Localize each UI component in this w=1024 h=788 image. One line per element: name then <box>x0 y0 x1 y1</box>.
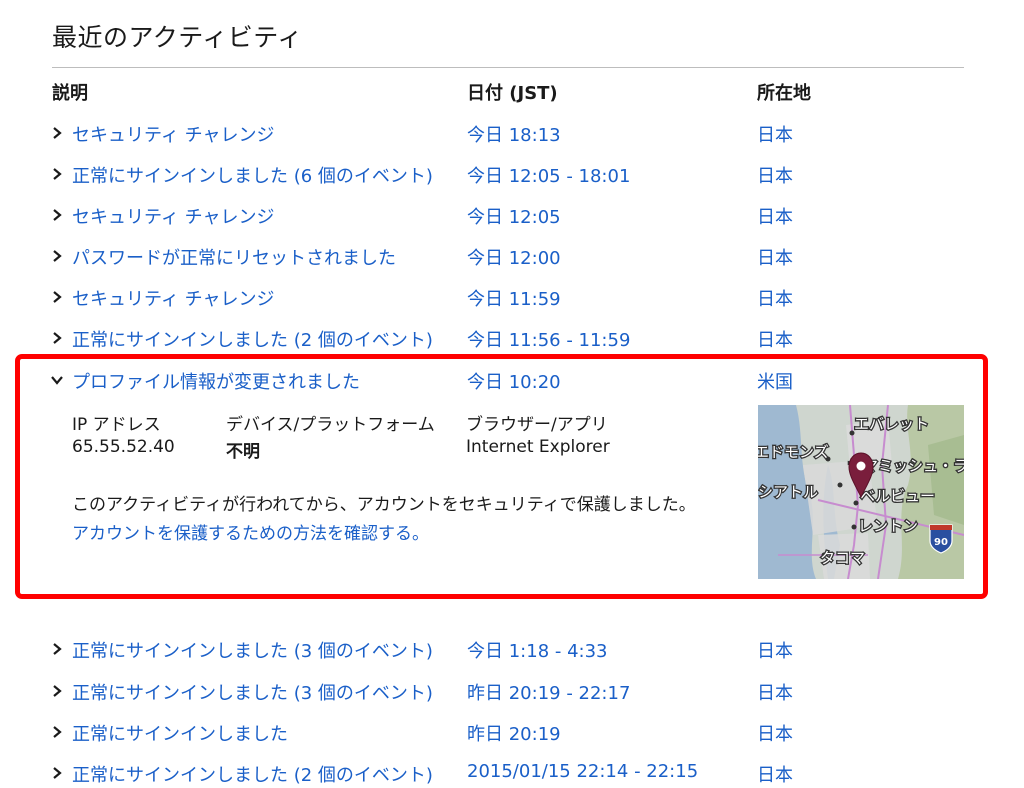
chevron-down-icon[interactable] <box>50 373 64 387</box>
row-location[interactable]: 日本 <box>757 162 793 188</box>
device-platform-label: デバイス/プラットフォーム <box>226 415 435 435</box>
map-label-renton: レントン <box>858 517 918 535</box>
activity-row[interactable]: 正常にサインインしました (3 個のイベント) 昨日 20:19 - 22:17… <box>0 676 1024 706</box>
chevron-right-icon[interactable] <box>50 766 64 780</box>
chevron-right-icon[interactable] <box>50 290 64 304</box>
column-header-location: 所在地 <box>757 83 811 104</box>
map-label-edmonds: エドモンズ <box>758 443 829 461</box>
ip-address-label: IP アドレス <box>72 415 161 435</box>
highway-shield-icon: 90 <box>929 524 953 554</box>
activity-row-expanded[interactable]: プロファイル情報が変更されました 今日 10:20 米国 <box>0 365 1024 395</box>
page-title: 最近のアクティビティ <box>52 23 303 52</box>
row-description[interactable]: セキュリティ チャレンジ <box>72 121 274 147</box>
row-description[interactable]: 正常にサインインしました (2 個のイベント) <box>72 761 433 787</box>
device-platform-value: 不明 <box>226 442 260 462</box>
row-date[interactable]: 昨日 20:19 <box>467 720 561 746</box>
row-description[interactable]: パスワードが正常にリセットされました <box>72 244 396 270</box>
chevron-right-icon[interactable] <box>50 642 64 656</box>
map-label-seattle: シアトル <box>758 483 818 501</box>
row-location[interactable]: 日本 <box>757 203 793 229</box>
row-location[interactable]: 日本 <box>757 761 793 787</box>
map-graphic: エバレット エドモンズ シアトル ベルビュー レントン タコマ サマミッシュ・ラ… <box>758 405 964 579</box>
activity-row[interactable]: 正常にサインインしました (2 個のイベント) 2015/01/15 22:14… <box>0 758 1024 788</box>
row-description[interactable]: 正常にサインインしました (6 個のイベント) <box>72 162 433 188</box>
row-location[interactable]: 米国 <box>757 368 793 394</box>
activity-row[interactable]: セキュリティ チャレンジ 今日 11:59 日本 <box>0 282 1024 312</box>
browser-app-label: ブラウザー/アプリ <box>466 415 608 435</box>
chevron-right-icon[interactable] <box>50 725 64 739</box>
ip-address-value: 65.55.52.40 <box>72 437 175 457</box>
row-location[interactable]: 日本 <box>757 326 793 352</box>
protect-account-link[interactable]: アカウントを保護するための方法を確認する。 <box>72 519 429 544</box>
row-date[interactable]: 今日 18:13 <box>467 121 561 147</box>
map-label-tacoma: タコマ <box>820 549 865 567</box>
activity-row[interactable]: 正常にサインインしました (2 個のイベント) 今日 11:56 - 11:59… <box>0 323 1024 353</box>
row-description[interactable]: セキュリティ チャレンジ <box>72 285 274 311</box>
row-location[interactable]: 日本 <box>757 679 793 705</box>
activity-row[interactable]: 正常にサインインしました 昨日 20:19 日本 <box>0 717 1024 747</box>
row-description[interactable]: 正常にサインインしました (3 個のイベント) <box>72 679 433 705</box>
chevron-right-icon[interactable] <box>50 208 64 222</box>
row-date[interactable]: 今日 12:05 <box>467 203 561 229</box>
row-date[interactable]: 今日 12:00 <box>467 244 561 270</box>
activity-row[interactable]: パスワードが正常にリセットされました 今日 12:00 日本 <box>0 241 1024 271</box>
chevron-right-icon[interactable] <box>50 684 64 698</box>
highway-shield-number: 90 <box>934 537 948 548</box>
title-divider <box>52 67 964 68</box>
activity-row[interactable]: セキュリティ チャレンジ 今日 12:05 日本 <box>0 200 1024 230</box>
activity-row[interactable]: 正常にサインインしました (3 個のイベント) 今日 1:18 - 4:33 日… <box>0 634 1024 664</box>
column-header-description: 説明 <box>52 83 88 104</box>
row-location[interactable]: 日本 <box>757 720 793 746</box>
row-date[interactable]: 今日 11:59 <box>467 285 561 311</box>
browser-app-value: Internet Explorer <box>466 437 610 457</box>
row-date[interactable]: 今日 12:05 - 18:01 <box>467 162 630 188</box>
column-header-date: 日付 (JST) <box>467 83 558 104</box>
location-map: エバレット エドモンズ シアトル ベルビュー レントン タコマ サマミッシュ・ラ… <box>758 405 964 579</box>
map-label-everett: エバレット <box>854 415 929 433</box>
row-location[interactable]: 日本 <box>757 121 793 147</box>
row-date[interactable]: 2015/01/15 22:14 - 22:15 <box>467 761 698 782</box>
row-description[interactable]: 正常にサインインしました (3 個のイベント) <box>72 637 433 663</box>
row-date[interactable]: 今日 11:56 - 11:59 <box>467 326 630 352</box>
activity-row[interactable]: 正常にサインインしました (6 個のイベント) 今日 12:05 - 18:01… <box>0 159 1024 189</box>
row-description[interactable]: 正常にサインインしました <box>72 720 288 746</box>
chevron-right-icon[interactable] <box>50 167 64 181</box>
row-date[interactable]: 昨日 20:19 - 22:17 <box>467 679 630 705</box>
row-location[interactable]: 日本 <box>757 244 793 270</box>
row-description[interactable]: セキュリティ チャレンジ <box>72 203 274 229</box>
row-location[interactable]: 日本 <box>757 285 793 311</box>
map-label-bellevue: ベルビュー <box>860 487 935 505</box>
activity-row[interactable]: セキュリティ チャレンジ 今日 18:13 日本 <box>0 118 1024 148</box>
row-date[interactable]: 今日 1:18 - 4:33 <box>467 637 608 663</box>
chevron-right-icon[interactable] <box>50 331 64 345</box>
row-description[interactable]: 正常にサインインしました (2 個のイベント) <box>72 326 433 352</box>
security-note: このアクティビティが行われてから、アカウントをセキュリティで保護しました。 <box>72 495 696 515</box>
row-description[interactable]: プロファイル情報が変更されました <box>72 368 360 394</box>
chevron-right-icon[interactable] <box>50 126 64 140</box>
chevron-right-icon[interactable] <box>50 249 64 263</box>
row-location[interactable]: 日本 <box>757 637 793 663</box>
row-date[interactable]: 今日 10:20 <box>467 368 561 394</box>
